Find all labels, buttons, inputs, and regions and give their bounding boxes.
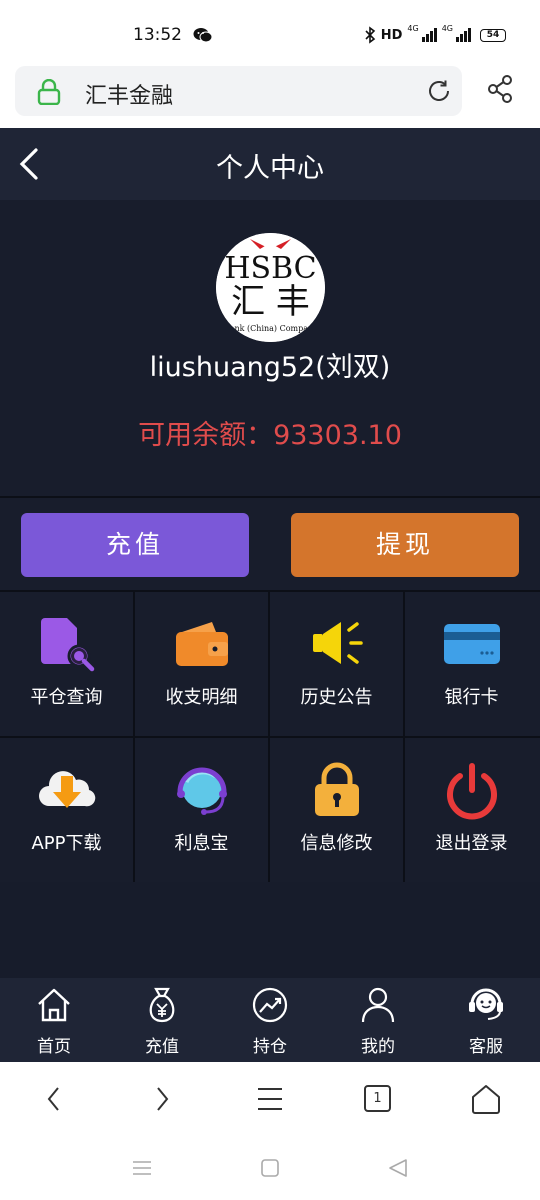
battery-level: 54	[486, 29, 500, 40]
tab-mine[interactable]: 我的	[324, 978, 432, 1062]
grid-item-label: 历史公告	[300, 687, 373, 708]
grid-item-close-position-query[interactable]: 平仓查询	[0, 592, 135, 736]
grid-item-app-download[interactable]: APP下载	[0, 738, 135, 882]
logo-brand-text: HSBC	[224, 251, 316, 286]
home-icon	[38, 988, 70, 1022]
tab-customer-service[interactable]: 客服	[432, 978, 540, 1062]
wallet-icon	[176, 622, 228, 666]
reload-icon[interactable]	[426, 78, 452, 104]
grid-item-logout[interactable]: 退出登录	[405, 738, 540, 882]
tab-label: 持仓	[253, 1037, 287, 1057]
grid-item-bank-card[interactable]: 银行卡	[405, 592, 540, 736]
grid-item-interest-treasure[interactable]: 利息宝	[135, 738, 270, 882]
grid-item-edit-info[interactable]: 信息修改	[270, 738, 405, 882]
search-document-icon	[41, 618, 95, 672]
grid-item-label: 利息宝	[174, 833, 229, 854]
page-url-title: 汇丰金融	[85, 84, 174, 109]
customer-service-icon	[469, 988, 503, 1020]
grid-item-announcements[interactable]: 历史公告	[270, 592, 405, 736]
tab-label: 我的	[361, 1037, 395, 1057]
app-container: 个人中心 HSBC 汇 丰 HSBC Bank (China) Company …	[0, 128, 540, 1062]
balance-value: 93303.10	[273, 420, 402, 451]
bank-card-icon	[444, 624, 500, 664]
withdraw-button[interactable]: 提现	[291, 513, 519, 577]
grid-item-label: 平仓查询	[30, 687, 103, 708]
user-icon	[361, 987, 395, 1023]
app-header: 个人中心	[0, 128, 540, 200]
page-title: 个人中心	[216, 153, 324, 184]
grid-item-label: 信息修改	[300, 833, 373, 854]
tabs-count: 1	[373, 1091, 382, 1106]
system-back-icon[interactable]	[386, 1156, 410, 1180]
tabs-count-icon: 1	[364, 1085, 391, 1112]
share-icon[interactable]	[486, 74, 514, 104]
recharge-button[interactable]: 充值	[21, 513, 249, 577]
hd-indicator: HD	[380, 27, 403, 43]
balance-display: 可用余额：93303.10	[0, 413, 540, 452]
wechat-icon	[193, 28, 213, 43]
profile-section: HSBC 汇 丰 HSBC Bank (China) Company Limit…	[0, 200, 540, 498]
tab-label: 首页	[37, 1037, 71, 1057]
chart-trend-icon	[252, 987, 288, 1023]
megaphone-icon	[313, 622, 363, 664]
padlock-icon	[315, 762, 359, 816]
system-navigation-bar	[0, 1138, 540, 1200]
headset-globe-icon	[177, 767, 227, 815]
status-time: 13:52	[133, 25, 182, 45]
hsbc-logo-icon: HSBC 汇 丰 HSBC Bank (China) Company Limit…	[216, 233, 325, 342]
logo-sub-text: HSBC Bank (China) Company Limited	[216, 324, 325, 333]
avatar: HSBC 汇 丰 HSBC Bank (China) Company Limit…	[216, 233, 325, 342]
browser-tabs-button[interactable]: 1	[361, 1082, 395, 1116]
browser-forward-icon[interactable]	[145, 1082, 179, 1116]
tab-recharge[interactable]: 充值	[108, 978, 216, 1062]
grid-item-label: 银行卡	[444, 687, 499, 708]
grid-item-label: APP下载	[31, 833, 102, 854]
system-home-icon[interactable]	[258, 1156, 282, 1180]
power-icon	[447, 763, 497, 820]
network-type-1: 4G	[407, 24, 419, 33]
browser-home-icon[interactable]	[469, 1082, 503, 1116]
battery-icon: 54	[480, 28, 506, 42]
cloud-download-icon	[39, 771, 96, 808]
system-menu-icon[interactable]	[130, 1156, 154, 1180]
signal-icon	[421, 28, 437, 42]
signal-icon-2	[456, 28, 471, 42]
status-bar: 13:52 HD 4G 4G 54	[0, 0, 540, 64]
action-buttons: 充值 提现	[0, 498, 540, 592]
tab-home[interactable]: 首页	[0, 978, 108, 1062]
grid-item-label: 收支明细	[165, 687, 238, 708]
network-type-2: 4G	[441, 24, 453, 33]
bluetooth-icon	[365, 26, 375, 44]
address-bar[interactable]: 汇丰金融	[15, 66, 462, 116]
grid-item-label: 退出登录	[435, 833, 508, 854]
grid-item-transaction-details[interactable]: 收支明细	[135, 592, 270, 736]
lock-icon	[37, 79, 61, 105]
logo-chinese-text: 汇 丰	[231, 282, 310, 322]
username: liushuang52(刘双)	[149, 352, 391, 383]
money-bag-icon	[149, 987, 175, 1023]
tab-label: 客服	[469, 1037, 503, 1057]
tab-label: 充值	[145, 1037, 179, 1057]
status-indicators: HD 4G 4G 54	[364, 24, 506, 46]
tab-positions[interactable]: 持仓	[216, 978, 324, 1062]
balance-label: 可用余额：	[138, 420, 274, 451]
browser-back-icon[interactable]	[37, 1082, 71, 1116]
browser-navigation-bar: 1	[0, 1062, 540, 1138]
function-grid: 平仓查询 收支明细 历史公告 银行卡 APP下载 利息宝 信息修改 退出登录	[0, 592, 540, 882]
bottom-tab-bar: 首页 充值 持仓 我的 客服	[0, 978, 540, 1062]
browser-menu-icon[interactable]	[253, 1082, 287, 1116]
